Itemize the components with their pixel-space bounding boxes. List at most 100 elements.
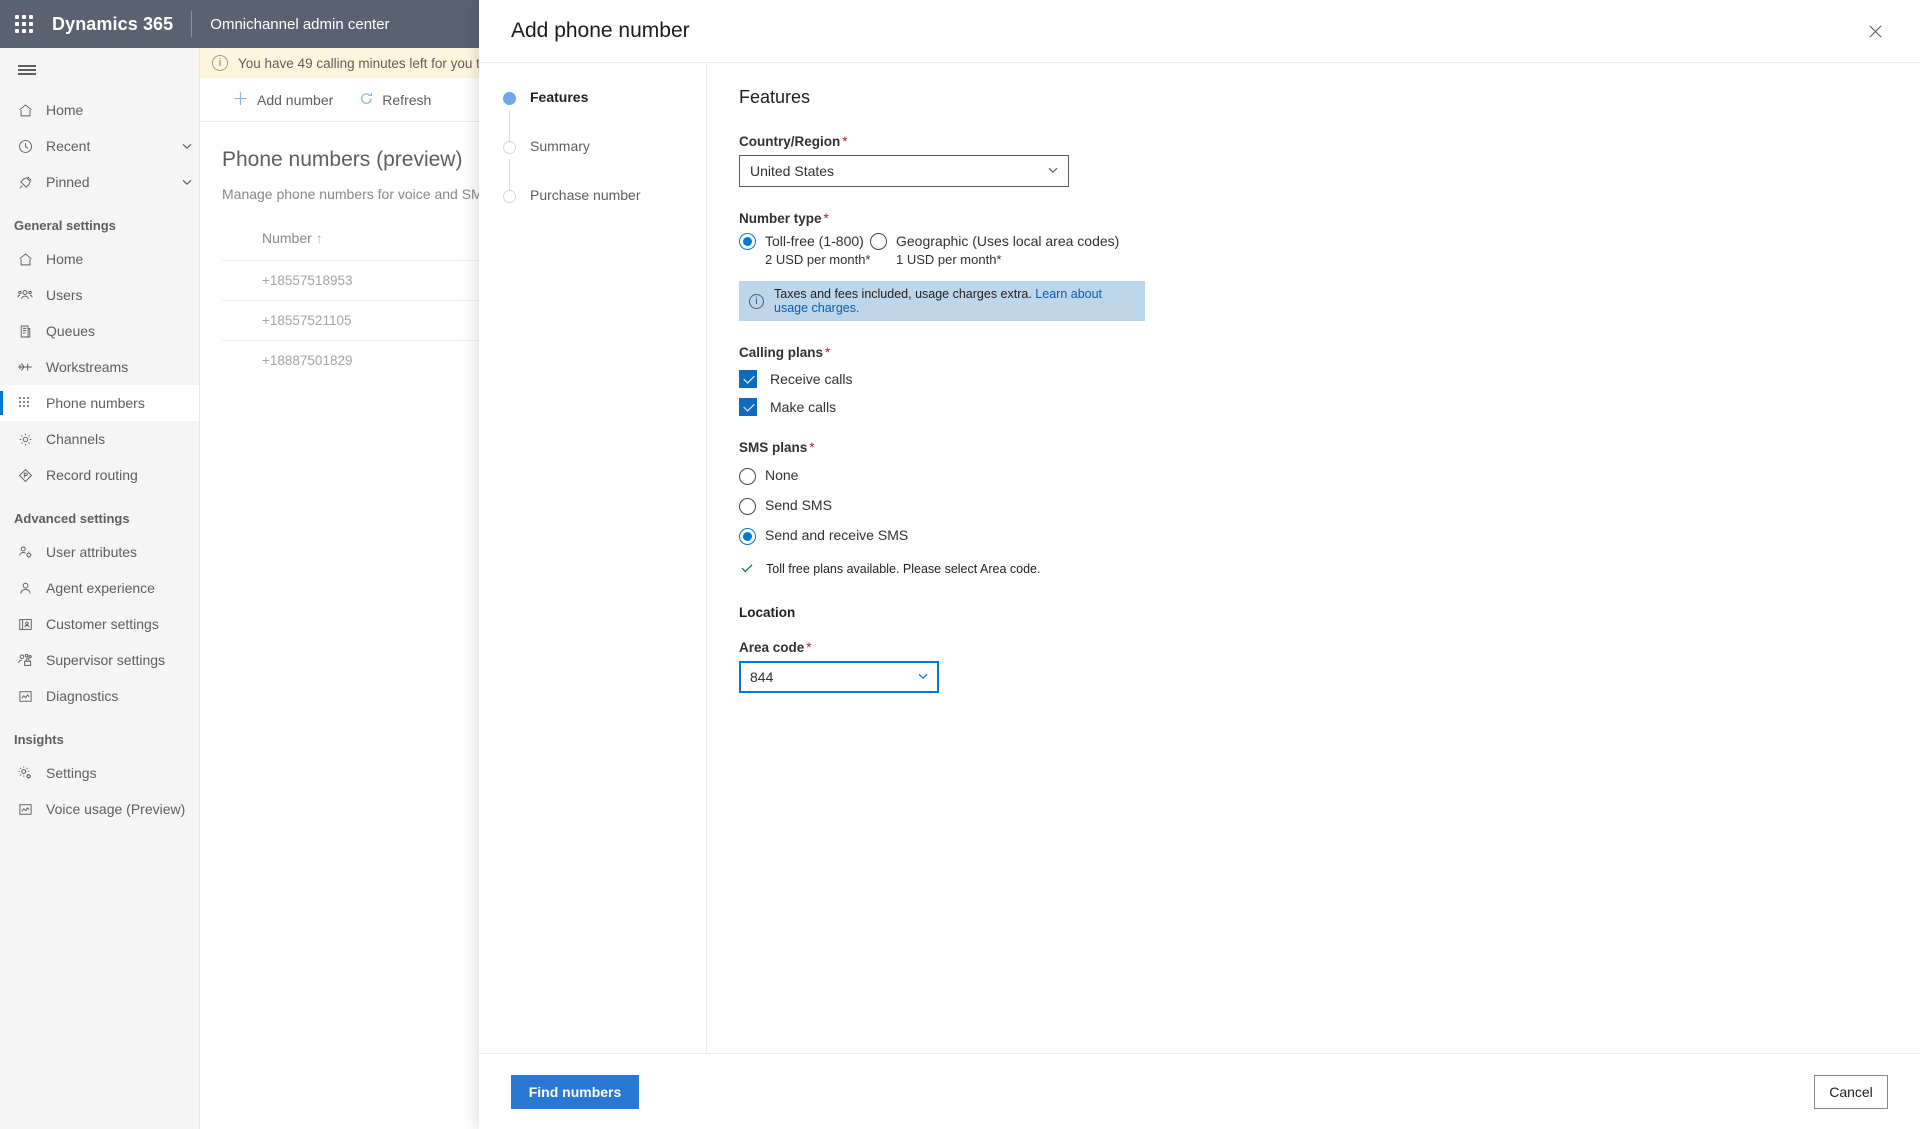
chevron-down-icon — [917, 670, 929, 685]
checkbox-receive-calls[interactable]: Receive calls — [739, 370, 1920, 388]
person-icon — [14, 578, 36, 598]
sidebar-item-user-attributes[interactable]: User attributes — [0, 534, 199, 570]
trial-warning-text: You have 49 calling minutes left for you… — [238, 55, 513, 71]
calling-plans-label-text: Calling plans — [739, 345, 824, 360]
country-region-select[interactable]: United States — [739, 155, 1069, 187]
pin-icon — [14, 172, 36, 192]
calling-plans-label: Calling plans * — [739, 345, 1920, 360]
sidebar-item-home-top[interactable]: Home — [0, 92, 199, 128]
sidebar-item-label: Supervisor settings — [46, 652, 166, 668]
workstreams-icon — [14, 357, 36, 377]
step-dot-icon — [503, 92, 516, 105]
find-numbers-button[interactable]: Find numbers — [511, 1074, 639, 1109]
sidebar-item-pinned[interactable]: Pinned — [0, 164, 199, 200]
gear-icon — [14, 429, 36, 449]
sms-plans-label-text: SMS plans — [739, 440, 808, 455]
sidebar-item-label: Phone numbers — [46, 395, 145, 411]
sidebar-item-label: Queues — [46, 323, 96, 339]
number-type-field: Number type * Toll-free (1-800) 2 USD per… — [739, 211, 1920, 321]
chevron-down-icon[interactable] — [175, 176, 199, 188]
sidebar-item-channels[interactable]: Channels — [0, 421, 199, 457]
features-form: Features Country/Region * United States N… — [707, 63, 1920, 1053]
calling-plans-field: Calling plans * Receive calls Make calls — [739, 345, 1920, 416]
info-bar-text: Taxes and fees included, usage charges e… — [774, 287, 1032, 301]
required-marker: * — [825, 345, 831, 360]
step-dot-icon — [503, 190, 516, 203]
sidebar-group-title: Advanced settings — [14, 511, 130, 526]
close-icon[interactable] — [1858, 14, 1892, 48]
sidebar-item-record-routing[interactable]: Record routing — [0, 457, 199, 493]
sidebar-item-phone-numbers[interactable]: Phone numbers — [0, 385, 199, 421]
chevron-down-icon — [1047, 164, 1059, 179]
sidebar-item-label: User attributes — [46, 544, 138, 560]
sidebar-item-insights-settings[interactable]: Settings — [0, 755, 199, 791]
checkbox-label: Receive calls — [770, 371, 853, 387]
user-attributes-icon — [14, 542, 36, 562]
radio-geographic[interactable]: Geographic (Uses local area codes) 1 USD… — [870, 232, 1119, 269]
sidebar-item-users[interactable]: Users — [0, 277, 199, 313]
radio-toll-free[interactable]: Toll-free (1-800) 2 USD per month* — [739, 232, 871, 269]
usage-charges-info-bar: i Taxes and fees included, usage charges… — [739, 281, 1145, 321]
country-region-label-text: Country/Region — [739, 134, 841, 149]
required-marker: * — [842, 134, 848, 149]
radio-sublabel: 1 USD per month* — [896, 252, 1002, 267]
sms-plans-field: SMS plans * None Send SMS Send and receiv… — [739, 440, 1920, 577]
chevron-down-icon[interactable] — [175, 140, 199, 152]
sidebar-item-customer-settings[interactable]: Customer settings — [0, 606, 199, 642]
record-routing-icon — [14, 465, 36, 485]
sidebar-item-recent[interactable]: Recent — [0, 128, 199, 164]
app-name-label[interactable]: Omnichannel admin center — [192, 16, 389, 33]
number-type-label-text: Number type — [739, 211, 822, 226]
add-number-button[interactable]: ＋ Add number — [222, 82, 343, 118]
country-region-field: Country/Region * United States — [739, 134, 1920, 187]
area-code-value: 844 — [750, 669, 774, 685]
sidebar-item-workstreams[interactable]: Workstreams — [0, 349, 199, 385]
sidebar-item-label: Channels — [46, 431, 106, 447]
required-marker: * — [823, 211, 829, 226]
step-purchase-number[interactable]: Purchase number — [479, 187, 706, 236]
chart-icon — [14, 799, 36, 819]
brand-title[interactable]: Dynamics 365 — [48, 14, 191, 35]
home-icon — [14, 100, 36, 120]
sidebar-item-supervisor-settings[interactable]: Supervisor settings — [0, 642, 199, 678]
queues-icon — [14, 321, 36, 341]
step-features[interactable]: Features — [479, 89, 706, 138]
refresh-button[interactable]: Refresh — [349, 82, 441, 118]
supervisor-icon — [14, 650, 36, 670]
step-summary[interactable]: Summary — [479, 138, 706, 187]
sidebar-group-title: Insights — [14, 732, 64, 747]
checkbox-label: Make calls — [770, 399, 837, 415]
left-navigation: Home Recent Pinned General settings Home… — [0, 48, 200, 1129]
home-icon — [14, 249, 36, 269]
radio-send-and-receive-sms[interactable]: Send and receive SMS — [739, 526, 1920, 545]
checkbox-indicator — [739, 398, 757, 416]
app-launcher-icon[interactable] — [0, 0, 48, 48]
sidebar-item-voice-usage[interactable]: Voice usage (Preview) — [0, 791, 199, 827]
location-heading: Location — [739, 605, 796, 620]
sidebar-item-queues[interactable]: Queues — [0, 313, 199, 349]
step-label: Features — [530, 89, 589, 105]
area-code-label-text: Area code — [739, 640, 805, 655]
radio-sms-none[interactable]: None — [739, 466, 1920, 485]
area-code-select[interactable]: 844 — [739, 661, 939, 693]
step-label: Purchase number — [530, 187, 641, 203]
refresh-icon — [359, 91, 374, 109]
sidebar-item-diagnostics[interactable]: Diagnostics — [0, 678, 199, 714]
required-marker: * — [809, 440, 815, 455]
chart-icon — [14, 686, 36, 706]
radio-label: Geographic (Uses local area codes) — [896, 233, 1120, 249]
sidebar-item-agent-experience[interactable]: Agent experience — [0, 570, 199, 606]
radio-indicator — [739, 527, 756, 545]
sidebar-item-home[interactable]: Home — [0, 241, 199, 277]
area-code-label: Area code * — [739, 640, 1920, 655]
cancel-button[interactable]: Cancel — [1814, 1074, 1888, 1109]
radio-label: None — [765, 467, 799, 483]
sms-plans-radio-group: None Send SMS Send and receive SMS — [739, 466, 1920, 545]
info-icon: i — [212, 55, 228, 71]
radio-indicator — [739, 467, 756, 485]
radio-send-sms[interactable]: Send SMS — [739, 496, 1920, 515]
sidebar-item-label: Workstreams — [46, 359, 129, 375]
checkbox-make-calls[interactable]: Make calls — [739, 398, 1920, 416]
hamburger-icon[interactable] — [0, 48, 199, 92]
sidebar-item-label: Agent experience — [46, 580, 155, 596]
